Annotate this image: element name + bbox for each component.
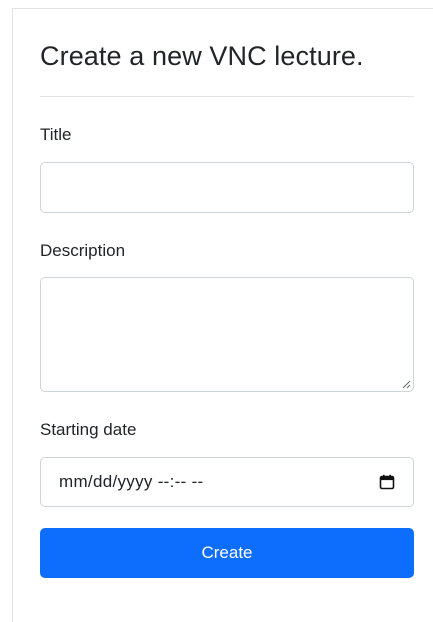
title-label: Title bbox=[40, 125, 72, 144]
calendar-icon[interactable] bbox=[379, 474, 395, 490]
date-label: Starting date bbox=[40, 420, 137, 439]
description-label: Description bbox=[40, 241, 126, 260]
description-textarea[interactable] bbox=[40, 277, 414, 392]
date-placeholder: mm/dd/yyyy --:-- -- bbox=[59, 472, 204, 491]
create-button[interactable]: Create bbox=[40, 528, 414, 578]
form-panel: Create a new VNC lecture. Title Descript… bbox=[12, 8, 433, 622]
starting-date-input[interactable]: mm/dd/yyyy --:-- -- bbox=[40, 457, 414, 507]
description-field-wrapper bbox=[40, 277, 414, 392]
title-divider bbox=[40, 96, 414, 97]
title-input[interactable] bbox=[40, 162, 414, 213]
page-title: Create a new VNC lecture. bbox=[40, 41, 364, 71]
